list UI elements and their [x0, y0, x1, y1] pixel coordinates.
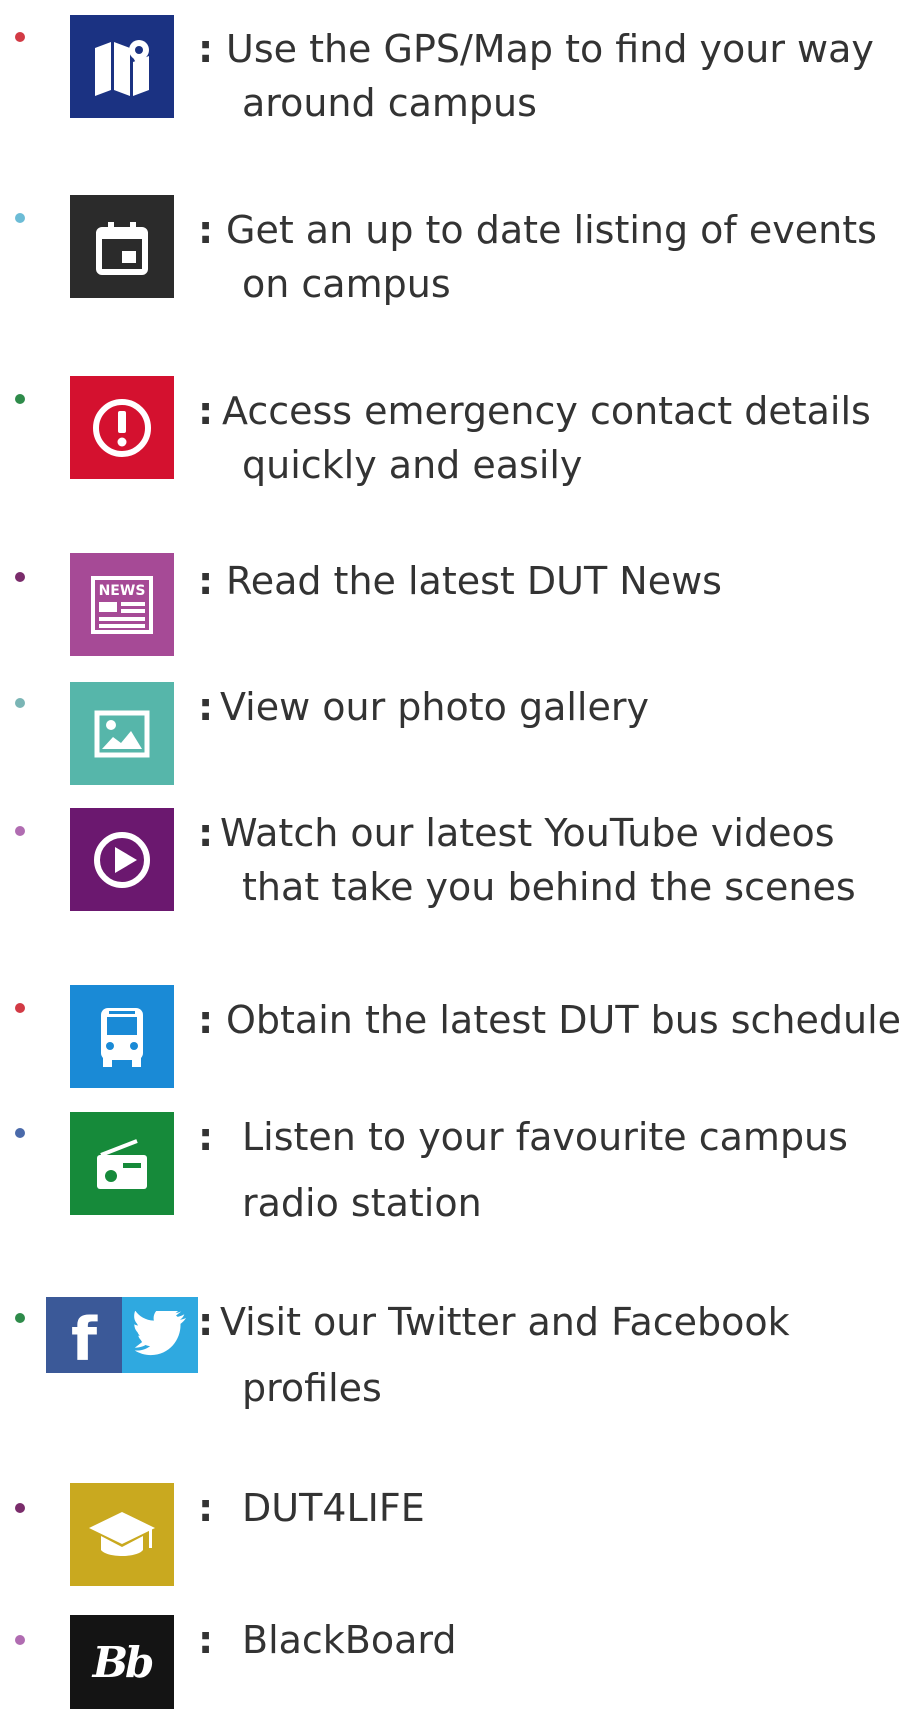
- map-pin-icon[interactable]: [70, 15, 174, 118]
- facebook-icon[interactable]: f: [46, 1297, 122, 1375]
- graduation-cap-icon[interactable]: [70, 1483, 174, 1586]
- separator: :: [198, 559, 214, 603]
- item-description: Read the latest DUT News: [226, 559, 722, 603]
- bullet: [15, 826, 25, 836]
- bullet: [15, 572, 25, 582]
- separator: :: [198, 27, 214, 71]
- bullet: [15, 1003, 25, 1013]
- separator: :: [198, 208, 214, 252]
- bullet: [15, 1503, 25, 1513]
- bullet: [15, 698, 25, 708]
- svg-text:NEWS: NEWS: [99, 583, 146, 599]
- separator: :: [198, 998, 214, 1042]
- news-icon[interactable]: NEWS: [70, 553, 174, 656]
- item-description: DUT4LIFE: [242, 1486, 425, 1530]
- item-description: Use the GPS/Map to find your way around …: [226, 27, 874, 125]
- facebook-twitter-icon[interactable]: f: [46, 1297, 198, 1375]
- calendar-icon[interactable]: [70, 195, 174, 298]
- twitter-icon[interactable]: [122, 1297, 198, 1373]
- item-description: BlackBoard: [242, 1618, 457, 1662]
- item-description: Watch our latest YouTube videos that tak…: [220, 811, 856, 909]
- bullet: [15, 1313, 25, 1323]
- item-description: View our photo gallery: [220, 685, 649, 729]
- separator: :: [198, 1300, 214, 1344]
- item-description: Get an up to date listing of events on c…: [226, 208, 877, 306]
- bullet: [15, 213, 25, 223]
- alert-icon[interactable]: [70, 376, 174, 479]
- item-description: Access emergency contact details quickly…: [222, 389, 871, 487]
- blackboard-icon[interactable]: Bb: [70, 1615, 174, 1709]
- separator: :: [198, 389, 214, 433]
- item-description: Obtain the latest DUT bus schedule: [226, 998, 902, 1042]
- item-description: Visit our Twitter and Facebook profiles: [220, 1300, 790, 1410]
- radio-icon[interactable]: [70, 1112, 174, 1215]
- separator: :: [198, 1486, 214, 1530]
- bullet: [15, 32, 25, 42]
- item-description: Listen to your favourite campus radio st…: [242, 1115, 848, 1225]
- bus-icon[interactable]: [70, 985, 174, 1088]
- separator: :: [198, 685, 214, 729]
- bullet: [15, 394, 25, 404]
- separator: :: [198, 1618, 214, 1662]
- bullet: [15, 1128, 25, 1138]
- separator: :: [198, 1115, 214, 1159]
- play-icon[interactable]: [70, 808, 174, 911]
- bullet: [15, 1635, 25, 1645]
- separator: :: [198, 811, 214, 855]
- photo-icon[interactable]: [70, 682, 174, 785]
